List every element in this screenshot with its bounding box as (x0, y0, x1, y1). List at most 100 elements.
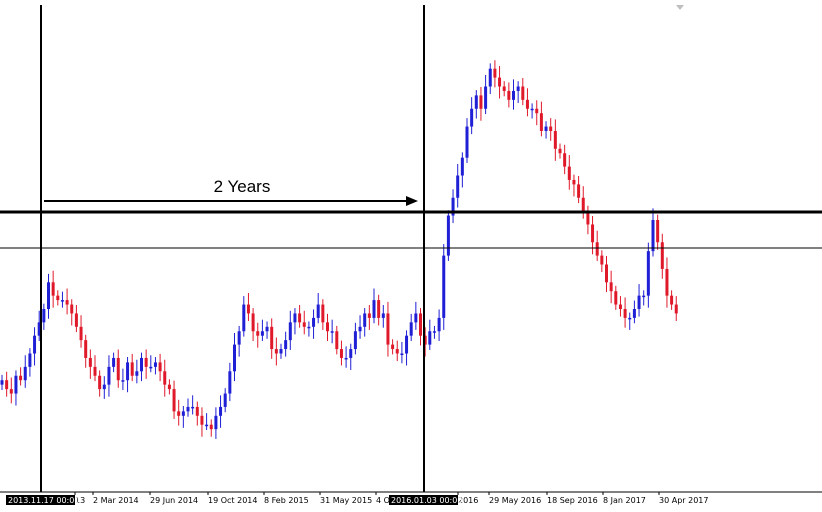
candle-body (558, 148, 562, 154)
candle-body (386, 313, 390, 345)
candle-body (605, 264, 608, 283)
candle-body (98, 375, 102, 390)
candle-body (326, 322, 329, 332)
x-tick-label: 8 Feb 2015 (264, 496, 309, 505)
candle-body (381, 313, 385, 318)
candle-body (19, 375, 23, 381)
candle-body (158, 362, 162, 372)
candle-body (60, 300, 64, 302)
candle-body (405, 335, 409, 354)
candle-body (209, 424, 213, 430)
candle-body (637, 295, 641, 309)
price-chart: 2 Years 13 2 Mar 2014 29 Jun 2014 19 Oct 20… (0, 0, 822, 512)
candle-body (228, 371, 232, 394)
candle-body (42, 309, 46, 323)
x-tick-label: 18 Sep 2016 (547, 496, 598, 505)
candle-body (460, 157, 464, 176)
x-tick-label: 29 May 2016 (489, 496, 541, 505)
x-tick-label: 30 Apr 2017 (659, 496, 708, 505)
candle-body (265, 326, 269, 332)
candle-body (237, 331, 241, 345)
duration-label: 2 Years (214, 177, 271, 196)
candle-body (293, 313, 297, 323)
x-tick-label: 2 Mar 2014 (93, 496, 139, 505)
candle-body (521, 86, 525, 100)
candle-body (428, 331, 432, 345)
candle-body (609, 282, 613, 292)
candle-body (102, 384, 106, 390)
candle-body (270, 326, 274, 350)
candle-body (112, 357, 116, 367)
candle-body (5, 380, 9, 390)
candle-body (74, 313, 78, 327)
candle-body (107, 366, 111, 385)
candle-body (274, 349, 278, 354)
candle-body (479, 95, 483, 109)
candle-body (549, 126, 553, 131)
candle-body (135, 371, 139, 376)
candle-body (344, 357, 348, 360)
candle-body (581, 197, 585, 212)
candle-body (298, 313, 302, 323)
candle-body (391, 344, 395, 350)
x-tick-label: 31 May 2015 (320, 496, 372, 505)
candle-body (335, 331, 339, 350)
candle-body (367, 313, 371, 318)
candle-body (205, 424, 209, 427)
candle-body (358, 326, 362, 332)
candle-body (474, 95, 478, 109)
candle-body (140, 357, 143, 372)
candle-body (395, 349, 399, 354)
candle-body (200, 415, 204, 425)
candle-body (363, 313, 367, 327)
candle-body (33, 335, 37, 354)
candle-body (567, 166, 571, 180)
candle-body (572, 179, 576, 185)
candle-body (65, 300, 69, 305)
candle-body (186, 406, 190, 412)
candle-body (539, 113, 543, 131)
candle-body (507, 90, 511, 100)
candle-body (233, 344, 236, 372)
candle-body (167, 384, 171, 390)
candle-body (377, 300, 381, 318)
candle-body (79, 326, 83, 341)
candle-body (553, 131, 557, 149)
candle-body (674, 304, 678, 314)
candle-body (530, 108, 534, 111)
candle-body (88, 357, 92, 367)
candle-body (195, 406, 199, 416)
candle-body (470, 108, 474, 127)
candle-body (577, 184, 581, 198)
candle-body (628, 317, 632, 320)
candle-body (600, 255, 604, 265)
crosshair-date-label-2: 2016.01.03 00:00 (391, 496, 462, 505)
x-tick-label: 8 Jan 2017 (603, 496, 646, 505)
candle-body (153, 362, 157, 367)
candle-body (646, 251, 650, 296)
candle-body (47, 282, 50, 309)
candle-body (498, 77, 502, 87)
candle-body (14, 375, 18, 394)
candle-body (591, 224, 595, 243)
x-tick-label: 19 Oct 2014 (208, 496, 257, 505)
candle-body (372, 300, 376, 318)
candle-body (330, 331, 334, 333)
candle-body (465, 126, 469, 158)
candle-body (191, 406, 195, 409)
candle-body (260, 331, 264, 336)
candle-body (172, 389, 176, 412)
candle-body (307, 326, 311, 329)
candle-body (432, 331, 436, 333)
candle-body (251, 313, 255, 332)
candle-body (242, 304, 246, 332)
candle-body (670, 295, 674, 305)
candle-body (400, 353, 404, 355)
candle-body (177, 411, 181, 416)
candle-body (535, 108, 539, 114)
candle-body (126, 362, 130, 381)
candle-body (302, 322, 306, 327)
candle-body (312, 317, 316, 327)
candle-body (149, 366, 153, 369)
candle-body (116, 357, 120, 381)
